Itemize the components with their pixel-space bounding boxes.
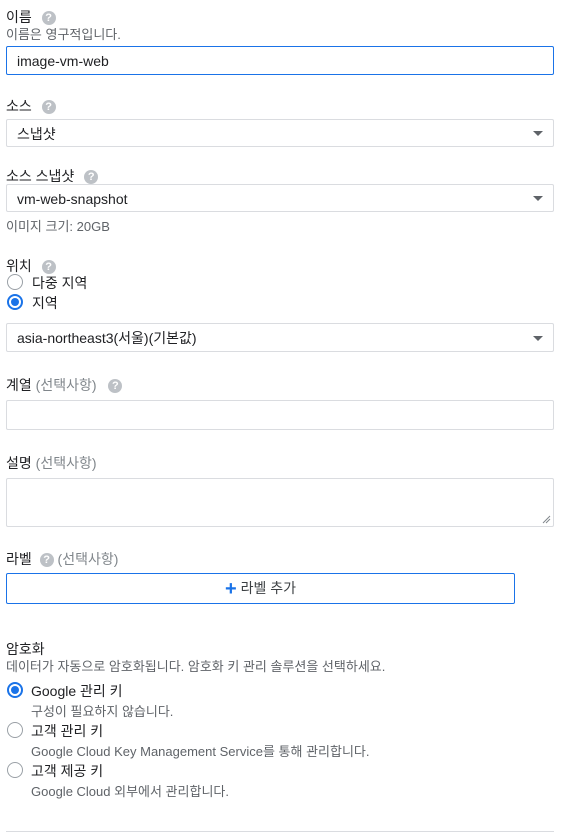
name-input-value: image-vm-web [17, 53, 109, 69]
encryption-customer-managed-desc: Google Cloud Key Management Service를 통해 … [31, 744, 370, 759]
encryption-google-managed-radio[interactable] [7, 682, 23, 698]
family-label-row: 계열 (선택사항) ? [6, 375, 123, 395]
region-selected: asia-northeast3(서울)(기본값) [17, 330, 197, 346]
plus-icon: + [224, 578, 237, 600]
family-help-icon[interactable]: ? [108, 379, 123, 394]
labels-optional: (선택사항) [57, 551, 119, 567]
description-label: 설명 [6, 455, 32, 471]
encryption-customer-managed-title: 고객 관리 키 [31, 723, 104, 739]
source-help-icon[interactable]: ? [41, 100, 56, 115]
snapshot-help-icon[interactable]: ? [84, 170, 99, 185]
region-select[interactable]: asia-northeast3(서울)(기본값) [6, 323, 554, 352]
source-label: 소스 [6, 98, 32, 114]
add-label-text: 라벨 추가 [240, 580, 297, 596]
resize-handle-icon[interactable] [542, 515, 551, 524]
source-label-row: 소스 ? [6, 96, 56, 116]
source-selected: 스냅샷 [17, 126, 56, 142]
snapshot-label-row: 소스 스냅샷 ? [6, 166, 99, 186]
encryption-customer-managed-radio[interactable] [7, 722, 23, 738]
chevron-down-icon [533, 196, 543, 201]
chevron-down-icon [533, 336, 543, 341]
snapshot-size-hint: 이미지 크기: 20GB [6, 219, 110, 234]
location-region-label: 지역 [32, 295, 58, 311]
location-multi-region-label: 다중 지역 [32, 275, 88, 291]
encryption-customer-supplied-desc: Google Cloud 외부에서 관리합니다. [31, 784, 229, 799]
family-optional: (선택사항) [35, 377, 97, 393]
snapshot-selected: vm-web-snapshot [17, 191, 128, 207]
encryption-google-managed-desc: 구성이 필요하지 않습니다. [31, 704, 174, 719]
location-region-radio[interactable] [7, 294, 23, 310]
encryption-customer-supplied-title: 고객 제공 키 [31, 763, 104, 779]
add-label-button[interactable]: + 라벨 추가 [6, 573, 515, 604]
bottom-divider [6, 831, 554, 832]
encryption-google-managed-title: Google 관리 키 [31, 683, 123, 699]
encryption-customer-supplied-radio[interactable] [7, 762, 23, 778]
name-hint: 이름은 영구적입니다. [6, 27, 121, 42]
family-label: 계열 [6, 377, 32, 393]
encryption-hint: 데이터가 자동으로 암호화됩니다. 암호화 키 관리 솔루션을 선택하세요. [6, 659, 386, 674]
snapshot-label: 소스 스냅샷 [6, 168, 75, 184]
description-optional: (선택사항) [35, 455, 97, 471]
labels-label: 라벨 [6, 551, 32, 567]
family-input[interactable] [6, 400, 554, 430]
description-label-row: 설명 (선택사항) [6, 453, 97, 473]
location-multi-region-radio[interactable] [7, 274, 23, 290]
snapshot-select[interactable]: vm-web-snapshot [6, 184, 554, 212]
name-label: 이름 [6, 9, 32, 25]
location-label: 위치 [6, 258, 32, 274]
labels-help-icon[interactable]: ? [39, 553, 54, 568]
source-select[interactable]: 스냅샷 [6, 119, 554, 147]
description-textarea[interactable] [6, 478, 554, 527]
name-input[interactable]: image-vm-web [6, 46, 554, 75]
chevron-down-icon [533, 131, 543, 136]
labels-label-row: 라벨 ? (선택사항) [6, 549, 118, 569]
